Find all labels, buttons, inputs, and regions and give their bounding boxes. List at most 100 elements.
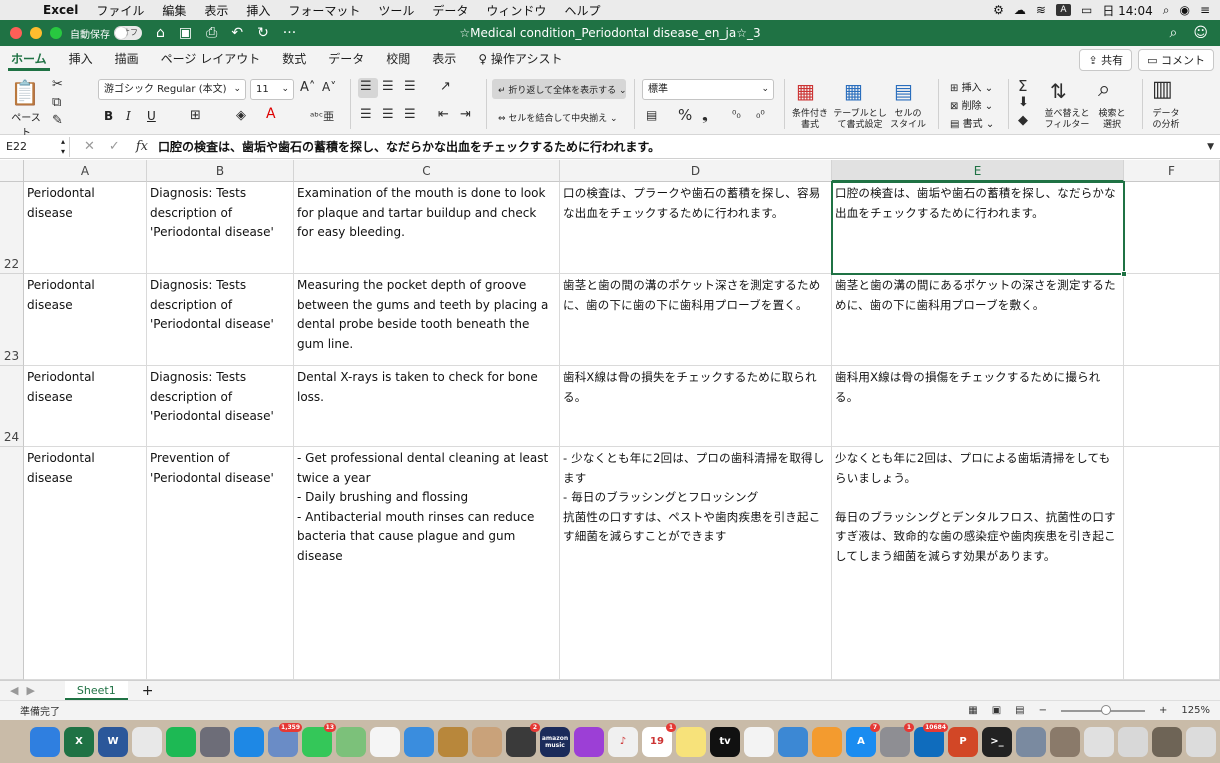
cell-c[interactable]: Dental X-rays is taken to check for bone… [294, 366, 560, 447]
expand-formula-icon[interactable]: ▼ [1207, 142, 1214, 152]
home-icon[interactable]: ⌂ [156, 25, 165, 41]
find-select-label[interactable]: 検索と 選択 [1092, 109, 1132, 131]
find-select-icon[interactable]: ⌕ [1098, 77, 1110, 102]
insert-cells-button[interactable]: ⊞ 挿入 ⌄ [950, 79, 993, 94]
photos-icon[interactable] [370, 726, 400, 757]
tab-view[interactable]: 表示 [421, 46, 467, 73]
amazon-music-icon[interactable]: amazon music [540, 726, 570, 757]
calendar-icon[interactable]: 19 1 [642, 722, 676, 757]
excel-icon[interactable]: X [64, 726, 94, 757]
facetime-icon[interactable]: 2 [506, 722, 540, 757]
cell-a[interactable]: Periodontal disease [24, 366, 147, 447]
row-header[interactable] [0, 447, 24, 680]
wifi-icon[interactable]: ≋ [1036, 3, 1046, 17]
wrap-text-button[interactable]: ↵ 折り返して全体を表示する ⌄ [498, 83, 627, 96]
increase-indent-icon[interactable]: ⇥ [460, 107, 471, 122]
cut-icon[interactable]: ✂ [52, 77, 63, 92]
analyze-data-label[interactable]: データ の分析 [1146, 109, 1186, 131]
sheet-tab[interactable]: Sheet1 [64, 681, 128, 700]
search-icon[interactable]: ⌕ [1163, 3, 1170, 18]
align-top-icon[interactable]: ☰ [360, 79, 372, 94]
app-store-icon[interactable]: A7 [846, 722, 880, 757]
zoom-slider[interactable] [1061, 704, 1146, 715]
autosave-toggle[interactable]: オフ [114, 26, 142, 40]
pages-icon[interactable] [812, 726, 842, 757]
tab-page-layout[interactable]: ページ レイアウト [150, 46, 272, 73]
launchpad-icon[interactable] [200, 726, 230, 757]
borders-icon[interactable]: ⊞ [190, 108, 201, 123]
fill-icon[interactable]: ⬇ [1018, 95, 1029, 110]
window-4-icon[interactable] [1152, 726, 1182, 757]
finder-icon[interactable] [30, 726, 60, 757]
preview-icon[interactable]: 1,359 [268, 722, 302, 757]
cell-b[interactable]: Diagnosis: Tests description of 'Periodo… [147, 182, 294, 274]
cell-b[interactable]: Prevention of 'Periodontal disease' [147, 447, 294, 680]
percent-style-icon[interactable]: % [678, 106, 692, 124]
row-header[interactable]: 22 [0, 182, 24, 274]
corner-select-all[interactable] [0, 160, 24, 182]
align-right-icon[interactable]: ☰ [404, 107, 416, 122]
outlook-icon[interactable]: 10684 [914, 722, 948, 757]
sheet-nav-arrows-icon[interactable]: ◀▶ [10, 684, 43, 697]
maps-icon[interactable] [336, 726, 366, 757]
conditional-format-icon[interactable]: ▦ [796, 79, 815, 103]
battery-icon[interactable]: ▭ [1081, 3, 1092, 17]
decrease-decimal-icon[interactable]: ₀⁰ [756, 108, 765, 121]
account-icon[interactable]: ☺ [1193, 25, 1208, 41]
cell-styles-icon[interactable]: ▤ [894, 79, 913, 103]
menu-app-name[interactable]: Excel [34, 3, 87, 17]
cell-e[interactable]: 少なくとも年に2回は、プロによる歯垢清掃をしてもらいましょう。 毎日のブラッシン… [832, 447, 1124, 680]
column-header-d[interactable]: D [560, 160, 832, 182]
cell-a[interactable]: Periodontal disease [24, 274, 147, 366]
accounting-format-icon[interactable]: ▤ [646, 108, 657, 122]
cancel-entry-icon[interactable]: ✕ [84, 139, 95, 154]
merge-center-button[interactable]: ⇔ セルを結合して中央揃え ⌄ [498, 111, 618, 124]
format-as-table-label[interactable]: テーブルとして書式設定 [832, 109, 888, 131]
search-icon[interactable]: ⌕ [1170, 25, 1178, 41]
cell-d[interactable]: - 少なくとも年に2回は、プロの歯科清掃を取得します - 毎日のブラッシングとフ… [560, 447, 832, 680]
word-icon[interactable]: W [98, 726, 128, 757]
cell-f[interactable] [1124, 447, 1220, 680]
format-cells-button[interactable]: ▤ 書式 ⌄ [950, 115, 994, 130]
cell-d[interactable]: 歯科X線は骨の損失をチェックするために取られる。 [560, 366, 832, 447]
normal-view-icon[interactable]: ▦ [968, 705, 977, 716]
contacts-icon[interactable] [472, 726, 502, 757]
tell-me-assist[interactable]: ♀ 操作アシスト [467, 46, 573, 73]
redo-icon[interactable]: ↻ [257, 25, 269, 41]
copy-icon[interactable]: ⧉ [52, 95, 61, 110]
sort-filter-icon[interactable]: ⇅ [1050, 79, 1067, 103]
music-icon[interactable]: ♪ [608, 726, 638, 757]
comma-style-icon[interactable]: ❟ [702, 106, 708, 124]
status-icon-group[interactable]: ⚙ [993, 3, 1004, 17]
window-1-icon[interactable] [1050, 726, 1080, 757]
clear-icon[interactable]: ◆ [1018, 113, 1028, 128]
cell-b[interactable]: Diagnosis: Tests description of 'Periodo… [147, 274, 294, 366]
zoom-out-button[interactable]: − [1039, 705, 1047, 716]
undo-icon[interactable]: ↶ [231, 25, 243, 41]
menu-edit[interactable]: 編集 [153, 2, 195, 19]
cell-c[interactable]: Examination of the mouth is done to look… [294, 182, 560, 274]
cell-b[interactable]: Diagnosis: Tests description of 'Periodo… [147, 366, 294, 447]
autosum-icon[interactable]: Σ [1018, 77, 1027, 95]
print-icon[interactable]: ⎙ [206, 25, 217, 41]
column-header-e[interactable]: E [832, 160, 1124, 182]
cell-f[interactable] [1124, 366, 1220, 447]
minimize-window-button[interactable] [30, 27, 42, 39]
column-header-b[interactable]: B [147, 160, 294, 182]
orientation-icon[interactable]: ↗ [440, 79, 451, 94]
column-header-a[interactable]: A [24, 160, 147, 182]
siri-icon[interactable]: ◉ [1179, 3, 1189, 17]
autosave-control[interactable]: 自動保存 オフ [70, 26, 142, 41]
font-name-select[interactable]: 游ゴシック Regular (本文) ⌄ [98, 79, 246, 100]
stepper-icon[interactable]: ▴ ▾ [61, 137, 65, 157]
column-header-f[interactable]: F [1124, 160, 1220, 182]
add-sheet-button[interactable]: + [142, 683, 154, 699]
page-break-view-icon[interactable]: ▤ [1015, 705, 1024, 716]
input-method-icon[interactable]: A [1055, 4, 1071, 16]
podcasts-icon[interactable] [574, 726, 604, 757]
menu-format[interactable]: フォーマット [279, 2, 369, 19]
tab-insert[interactable]: 挿入 [58, 46, 104, 73]
delete-cells-button[interactable]: ⊠ 削除 ⌄ [950, 97, 993, 112]
menu-help[interactable]: ヘルプ [555, 2, 609, 19]
cell-d[interactable]: 歯茎と歯の間の溝のポケット深さを測定するために、歯の下に歯の下に歯科用プローブを… [560, 274, 832, 366]
